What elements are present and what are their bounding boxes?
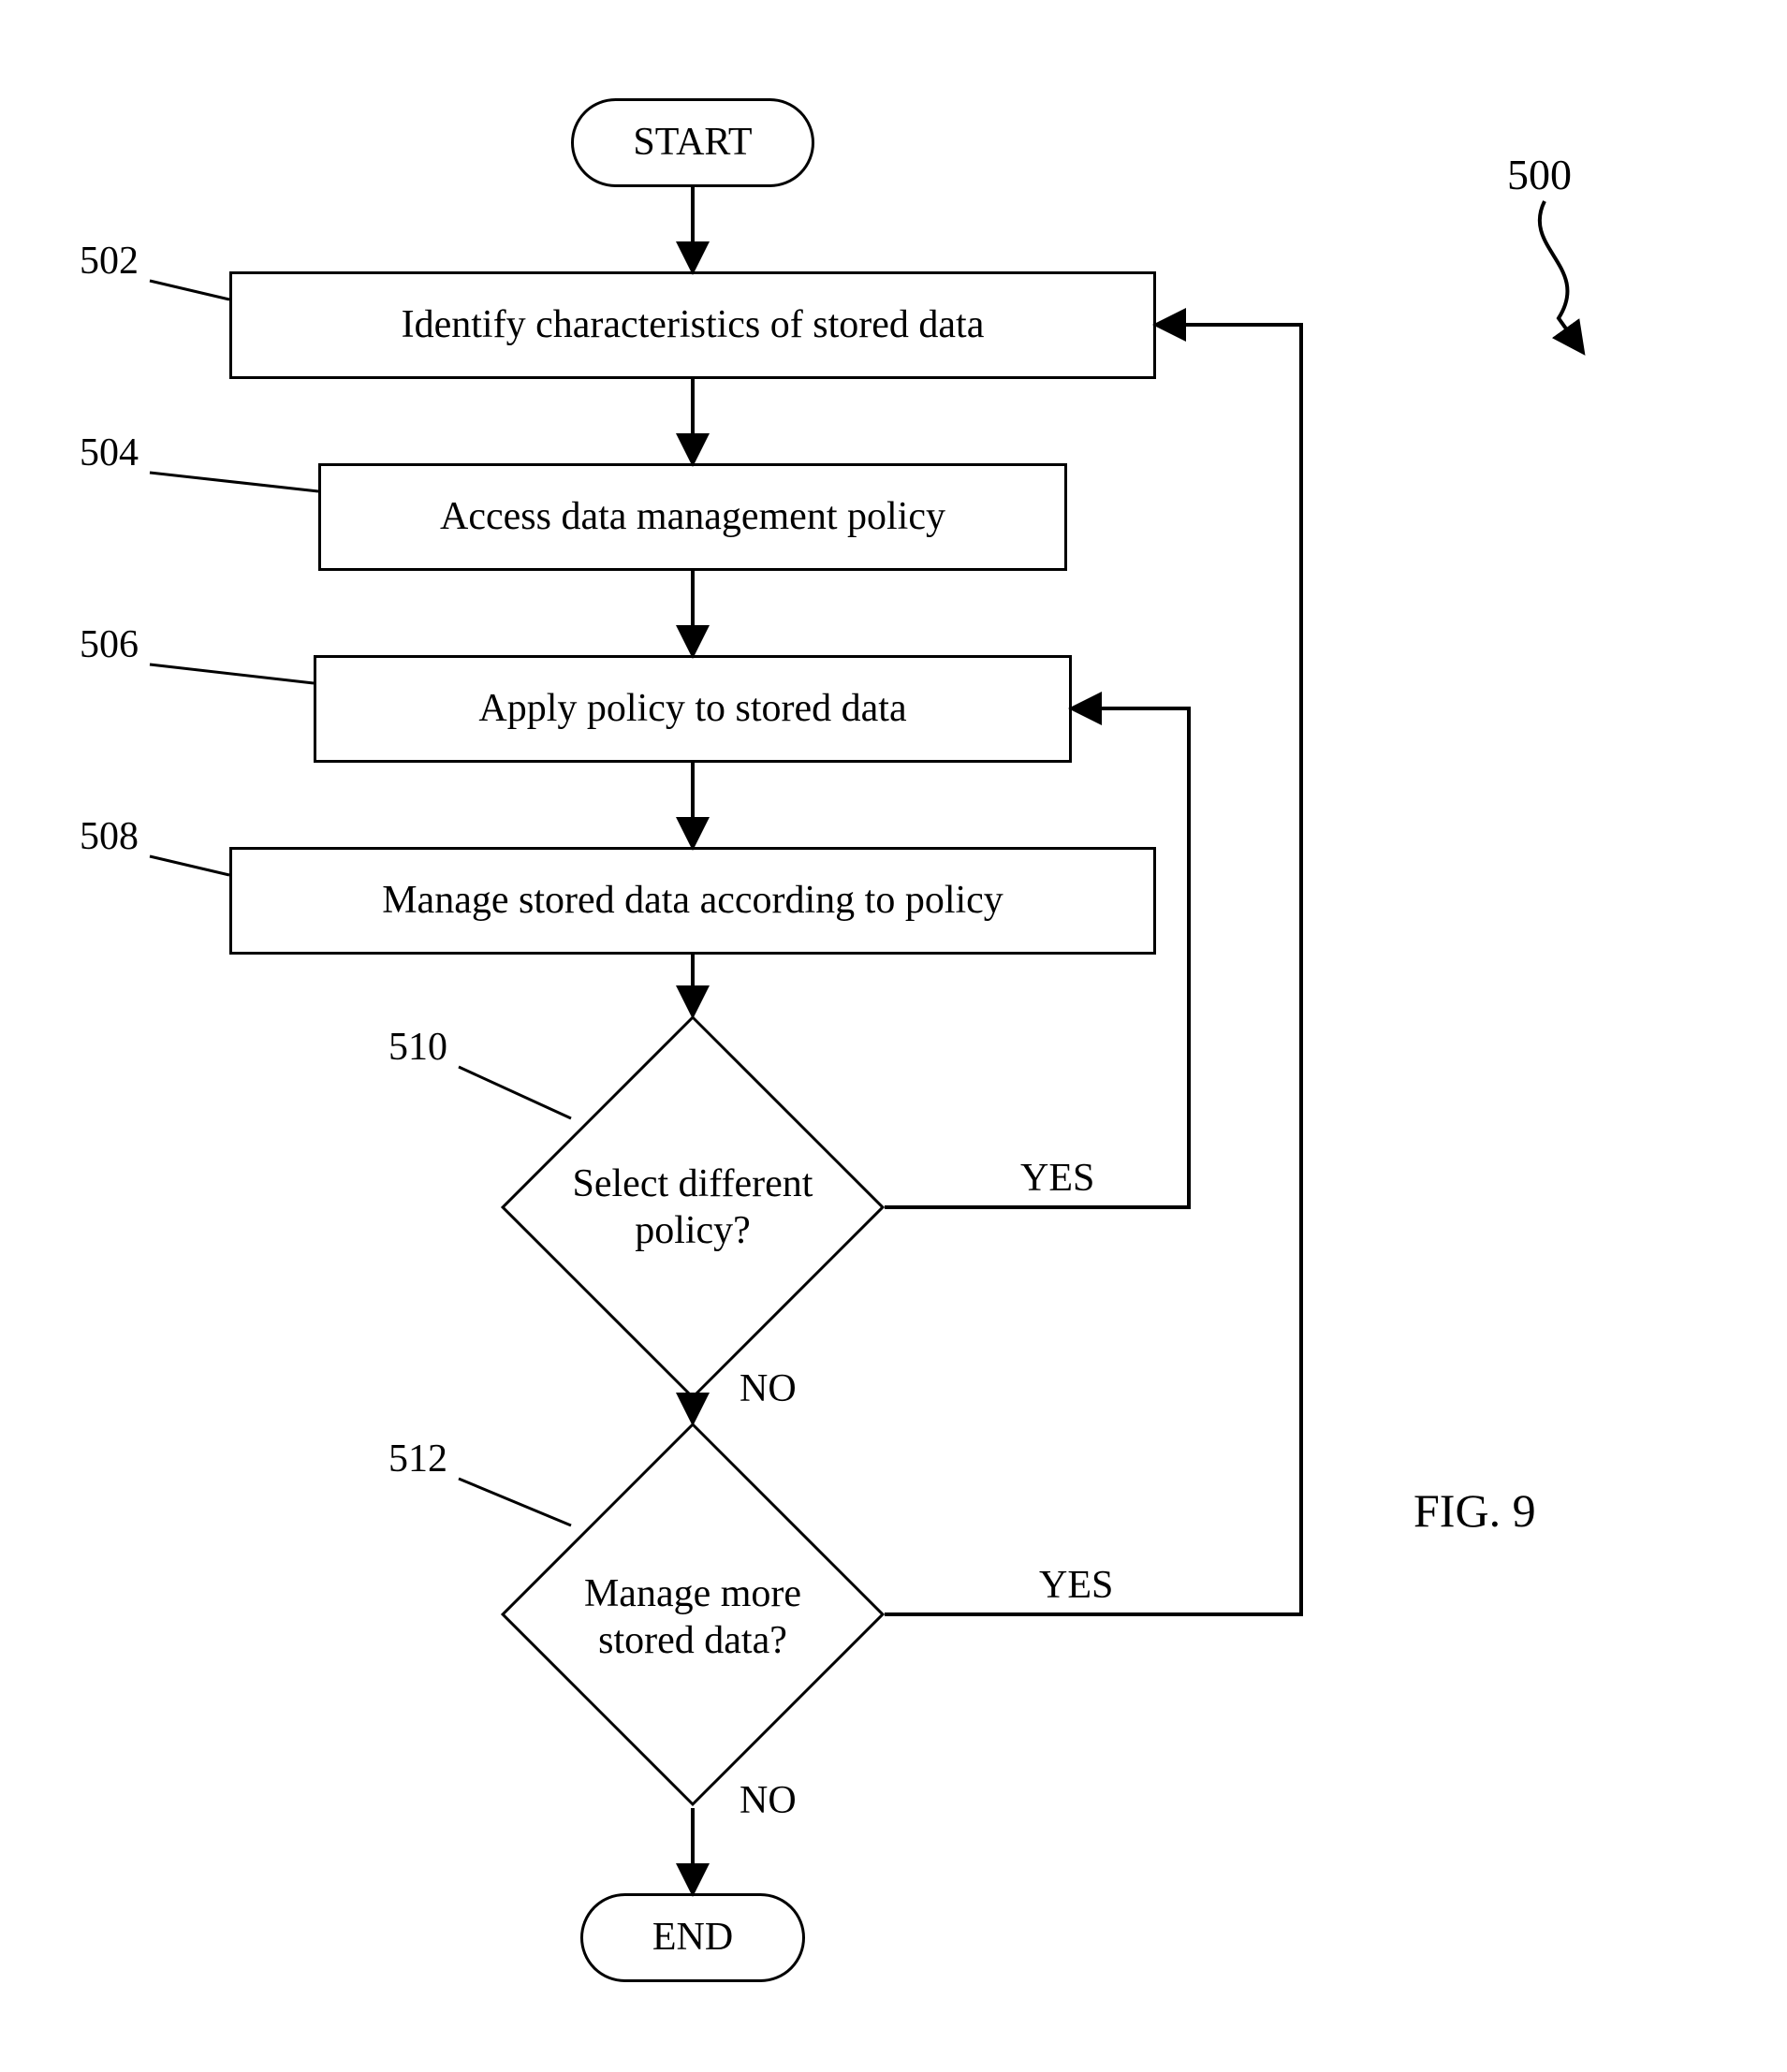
leader-508 bbox=[150, 856, 229, 875]
arrow-510-yes bbox=[885, 708, 1189, 1207]
leader-512 bbox=[459, 1479, 571, 1525]
step-502-text: Identify characteristics of stored data bbox=[402, 300, 985, 350]
end-label: END bbox=[652, 1913, 733, 1963]
ref-502: 502 bbox=[80, 239, 139, 284]
leader-506 bbox=[150, 664, 314, 683]
decision-512-text: Manage more stored data? bbox=[534, 1547, 852, 1687]
ref-510: 510 bbox=[388, 1025, 447, 1070]
step-504-text: Access data management policy bbox=[440, 492, 945, 542]
step-508-box: Manage stored data according to policy bbox=[229, 847, 1156, 955]
ref-504: 504 bbox=[80, 430, 139, 475]
ref-512: 512 bbox=[388, 1437, 447, 1481]
flowchart-canvas: START END Identify characteristics of st… bbox=[0, 0, 1787, 2072]
leader-510 bbox=[459, 1067, 571, 1118]
leader-502 bbox=[150, 281, 229, 299]
step-504-box: Access data management policy bbox=[318, 463, 1067, 571]
step-506-text: Apply policy to stored data bbox=[478, 684, 906, 734]
edge-510-yes: YES bbox=[1020, 1156, 1094, 1201]
squiggle-500 bbox=[1540, 201, 1582, 351]
edge-512-yes: YES bbox=[1039, 1563, 1113, 1608]
start-label: START bbox=[633, 118, 752, 168]
step-508-text: Manage stored data according to policy bbox=[382, 876, 1003, 926]
edge-512-no: NO bbox=[740, 1778, 797, 1823]
decision-510-text: Select different policy? bbox=[524, 1137, 861, 1277]
ref-506: 506 bbox=[80, 622, 139, 667]
figure-label: FIG. 9 bbox=[1413, 1483, 1536, 1538]
step-502-box: Identify characteristics of stored data bbox=[229, 271, 1156, 379]
leader-504 bbox=[150, 473, 318, 491]
edge-510-no: NO bbox=[740, 1366, 797, 1411]
figure-ref-500: 500 bbox=[1507, 150, 1572, 199]
start-terminator: START bbox=[571, 98, 814, 187]
ref-508: 508 bbox=[80, 814, 139, 859]
end-terminator: END bbox=[580, 1893, 805, 1982]
step-506-box: Apply policy to stored data bbox=[314, 655, 1072, 763]
